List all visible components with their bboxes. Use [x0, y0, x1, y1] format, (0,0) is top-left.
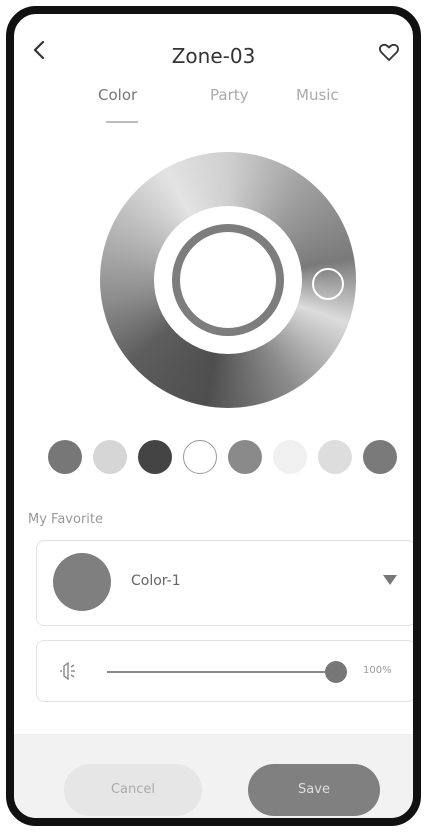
heart-icon[interactable]: [377, 40, 401, 64]
tab-music[interactable]: Music: [296, 86, 339, 104]
favorite-color-name: Color-1: [131, 573, 181, 589]
color-swatch[interactable]: [228, 440, 262, 474]
brightness-icon: [60, 661, 75, 681]
phone-frame: Zone-03 Color Party Music My Favorite Co…: [6, 6, 421, 826]
mode-tabs: Color Party Music: [14, 86, 413, 123]
color-swatch[interactable]: [93, 440, 127, 474]
selected-color-ring: [172, 224, 284, 336]
favorite-color-swatch: [53, 553, 111, 611]
color-swatch[interactable]: [273, 440, 307, 474]
cancel-button[interactable]: Cancel: [64, 764, 202, 816]
brightness-value: 100%: [363, 665, 392, 676]
color-swatch[interactable]: [363, 440, 397, 474]
color-wheel-handle[interactable]: [312, 268, 344, 300]
favorites-label: My Favorite: [28, 512, 103, 527]
color-swatch[interactable]: [138, 440, 172, 474]
brightness-slider-handle[interactable]: [325, 661, 347, 683]
brightness-control: 100%: [36, 640, 413, 702]
save-button[interactable]: Save: [248, 764, 380, 816]
color-swatch[interactable]: [318, 440, 352, 474]
chevron-down-icon[interactable]: [383, 575, 397, 585]
favorite-color-dropdown[interactable]: Color-1: [36, 540, 413, 626]
color-swatches: [48, 440, 404, 476]
active-tab-indicator: [106, 121, 138, 123]
tab-party[interactable]: Party: [210, 86, 249, 104]
color-swatch[interactable]: [183, 440, 217, 474]
page-title: Zone-03: [171, 44, 256, 68]
brightness-slider[interactable]: [107, 671, 337, 673]
color-swatch[interactable]: [48, 440, 82, 474]
zone-screen: Zone-03 Color Party Music My Favorite Co…: [14, 14, 413, 818]
tab-color[interactable]: Color: [98, 86, 137, 104]
